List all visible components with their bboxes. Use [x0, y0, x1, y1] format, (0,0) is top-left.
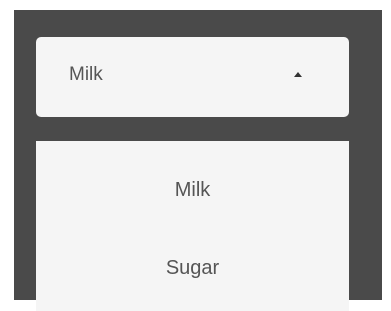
dropdown-menu: Milk Sugar — [36, 141, 349, 311]
select-dropdown[interactable]: Milk — [36, 37, 349, 117]
dropdown-panel: Milk Milk Sugar — [14, 10, 382, 311]
menu-option-sugar[interactable]: Sugar — [36, 257, 349, 280]
screenshot-frame: Milk Milk Sugar — [0, 0, 391, 311]
select-value: Milk — [69, 64, 103, 85]
caret-up-icon — [294, 72, 302, 77]
menu-option-milk[interactable]: Milk — [36, 179, 349, 202]
